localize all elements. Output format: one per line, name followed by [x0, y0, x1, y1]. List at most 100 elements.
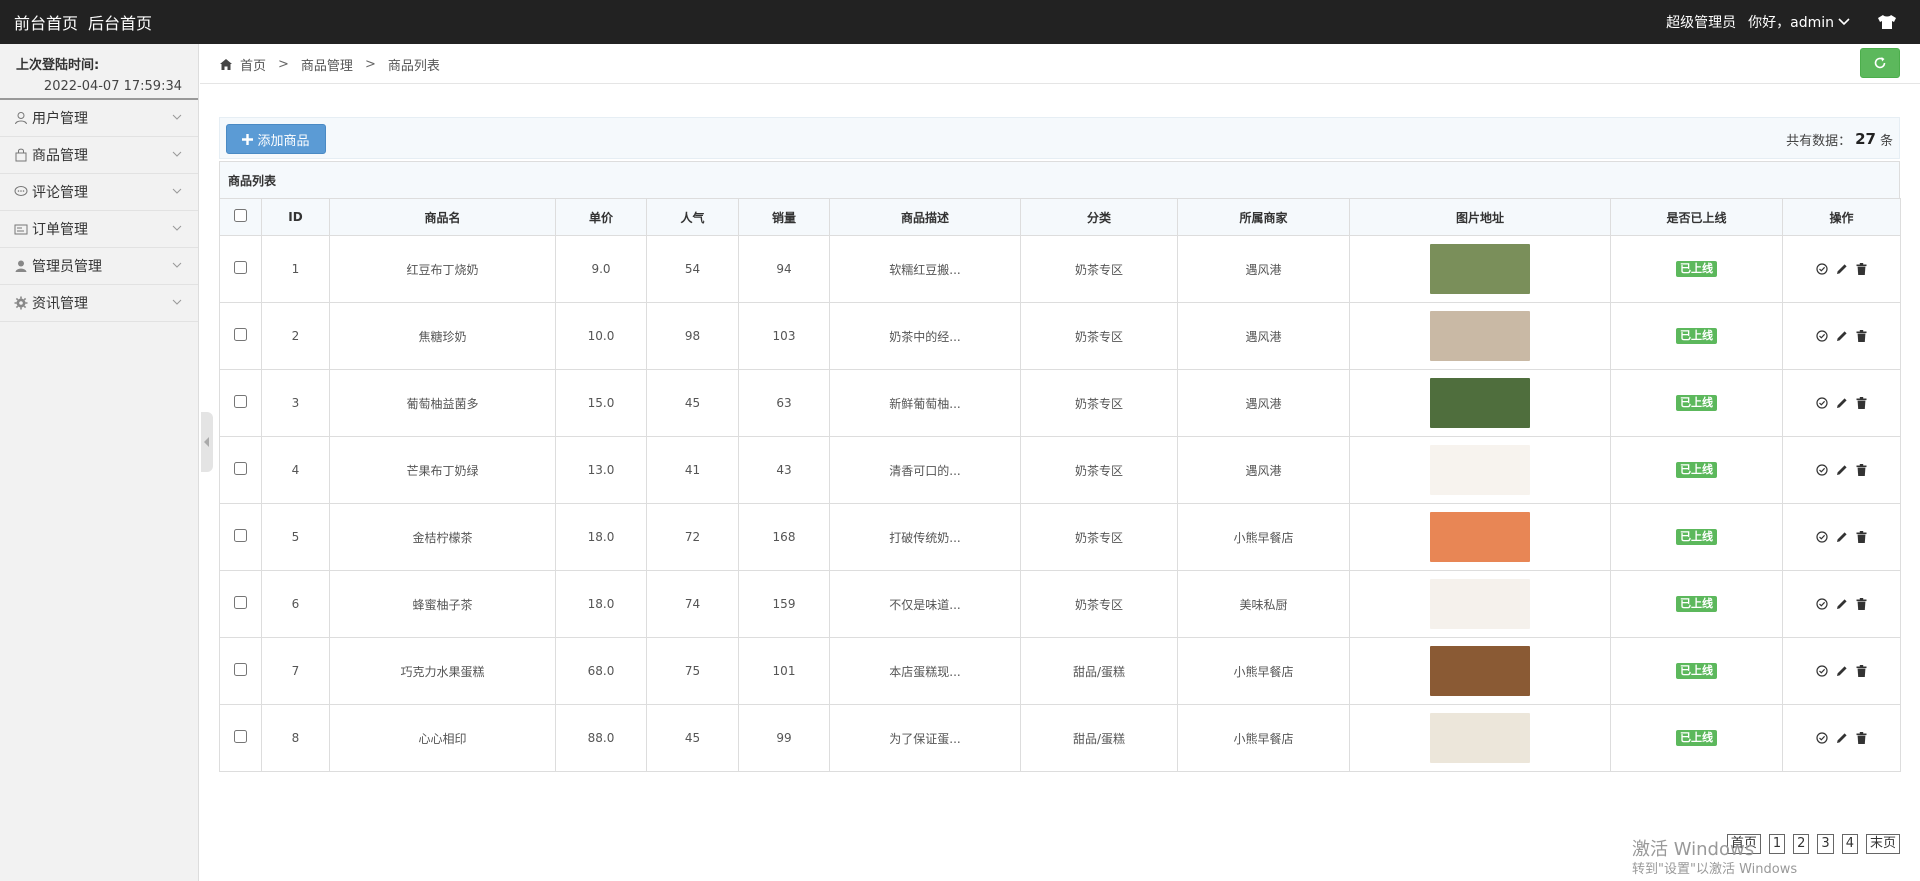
edit-pencil-icon[interactable]	[1836, 330, 1848, 342]
shirt-icon[interactable]	[1878, 15, 1896, 29]
edit-pencil-icon[interactable]	[1836, 598, 1848, 610]
chevron-down-icon	[172, 114, 182, 120]
sidebar-item-admins[interactable]: 管理员管理	[0, 248, 198, 285]
cell-description: 软糯红豆搬...	[829, 235, 1021, 303]
sidebar-item-comments[interactable]: 评论管理	[0, 174, 198, 211]
cell-name: 芒果布丁奶绿	[329, 436, 556, 504]
check-circle-icon[interactable]	[1816, 531, 1828, 543]
row-select-cell	[219, 503, 262, 571]
check-circle-icon[interactable]	[1816, 330, 1828, 342]
select-all-cell	[219, 198, 262, 236]
row-checkbox[interactable]	[234, 730, 247, 743]
product-thumbnail	[1430, 579, 1530, 629]
add-goods-button[interactable]: 添加商品	[226, 124, 326, 154]
user-area: 超级管理员 你好，admin	[1666, 0, 1896, 44]
check-circle-icon[interactable]	[1816, 397, 1828, 409]
row-actions	[1783, 665, 1900, 677]
breadcrumb-separator: >	[364, 56, 376, 72]
trash-icon[interactable]	[1856, 598, 1867, 610]
table-header-row: ID 商品名 单价 人气 销量 商品描述 分类 所属商家 图片地址 是否已上线 …	[219, 198, 1901, 236]
cell-popularity: 75	[646, 637, 739, 705]
watermark-line2: 转到"设置"以激活 Windows	[1632, 862, 1798, 877]
column-header-online: 是否已上线	[1610, 198, 1783, 236]
cell-merchant: 遇风港	[1177, 436, 1350, 504]
trash-icon[interactable]	[1856, 531, 1867, 543]
sidebar-item-label: 资讯管理	[32, 296, 88, 312]
table-row: 1 红豆布丁烧奶 9.0 54 94 软糯红豆搬... 奶茶专区 遇风港 已上线	[219, 235, 1901, 303]
row-checkbox[interactable]	[234, 395, 247, 408]
trash-icon[interactable]	[1856, 464, 1867, 476]
cell-online: 已上线	[1610, 503, 1783, 571]
cell-popularity: 54	[646, 235, 739, 303]
edit-pencil-icon[interactable]	[1836, 531, 1848, 543]
row-checkbox[interactable]	[234, 596, 247, 609]
cell-category: 奶茶专区	[1020, 302, 1178, 370]
sidebar-item-orders[interactable]: 订单管理	[0, 211, 198, 248]
cell-description: 新鲜葡萄柚...	[829, 369, 1021, 437]
edit-pencil-icon[interactable]	[1836, 397, 1848, 409]
cell-price: 18.0	[555, 503, 647, 571]
row-select-cell	[219, 436, 262, 504]
last-login-time: 2022-04-07 17:59:34	[43, 79, 182, 94]
trash-icon[interactable]	[1856, 263, 1867, 275]
trash-icon[interactable]	[1856, 665, 1867, 677]
check-circle-icon[interactable]	[1816, 464, 1828, 476]
trash-icon[interactable]	[1856, 397, 1867, 409]
breadcrumb-home[interactable]: 首页	[240, 55, 266, 74]
trash-icon[interactable]	[1856, 732, 1867, 744]
row-checkbox[interactable]	[234, 261, 247, 274]
goods-table: ID 商品名 单价 人气 销量 商品描述 分类 所属商家 图片地址 是否已上线 …	[219, 198, 1901, 772]
cell-category: 甜品/蛋糕	[1020, 704, 1178, 772]
cell-name: 巧克力水果蛋糕	[329, 637, 556, 705]
breadcrumb-goods[interactable]: 商品管理	[301, 55, 353, 74]
front-home-link[interactable]: 前台首页	[14, 10, 78, 34]
pager-page-4[interactable]: 4	[1841, 834, 1858, 854]
select-all-checkbox[interactable]	[234, 209, 247, 222]
pager-page-3[interactable]: 3	[1817, 834, 1834, 854]
cell-popularity: 45	[646, 704, 739, 772]
cell-sales: 63	[738, 369, 830, 437]
plus-icon	[242, 133, 254, 145]
cell-id: 6	[261, 570, 330, 638]
edit-pencil-icon[interactable]	[1836, 263, 1848, 275]
check-circle-icon[interactable]	[1816, 665, 1828, 677]
row-checkbox[interactable]	[234, 529, 247, 542]
role-label: 超级管理员	[1666, 15, 1737, 31]
check-circle-icon[interactable]	[1816, 263, 1828, 275]
add-goods-label: 添加商品	[257, 133, 310, 149]
sidebar-item-users[interactable]: 用户管理	[0, 100, 198, 137]
row-checkbox[interactable]	[234, 328, 247, 341]
status-badge: 已上线	[1676, 663, 1717, 679]
goods-table-wrapper: 商品列表 ID 商品名 单价 人气 销量 商品描述 分类 所属商家 图片地址 是…	[219, 161, 1901, 772]
edit-pencil-icon[interactable]	[1836, 665, 1848, 677]
count-value: 27	[1855, 130, 1876, 148]
cell-image	[1349, 302, 1611, 370]
check-circle-icon[interactable]	[1816, 598, 1828, 610]
product-thumbnail	[1430, 713, 1530, 763]
table-row: 5 金桔柠檬茶 18.0 72 168 打破传统奶... 奶茶专区 小熊早餐店 已上线	[219, 503, 1901, 571]
row-checkbox[interactable]	[234, 663, 247, 676]
user-menu[interactable]: 你好，admin	[1748, 12, 1850, 32]
edit-pencil-icon[interactable]	[1836, 732, 1848, 744]
sidebar-item-news[interactable]: 资讯管理	[0, 285, 198, 322]
product-thumbnail	[1430, 311, 1530, 361]
back-home-link[interactable]: 后台首页	[88, 10, 152, 34]
row-checkbox[interactable]	[234, 462, 247, 475]
chevron-down-icon	[172, 225, 182, 231]
sidebar-collapse-handle[interactable]	[201, 412, 213, 472]
top-navbar: 前台首页 后台首页 超级管理员 你好，admin	[0, 0, 1920, 44]
cell-online: 已上线	[1610, 637, 1783, 705]
edit-pencil-icon[interactable]	[1836, 464, 1848, 476]
pager-last[interactable]: 末页	[1865, 834, 1900, 854]
sidebar-item-goods[interactable]: 商品管理	[0, 137, 198, 174]
cell-id: 3	[261, 369, 330, 437]
cell-online: 已上线	[1610, 704, 1783, 772]
cell-price: 15.0	[555, 369, 647, 437]
column-header-category: 分类	[1020, 198, 1178, 236]
home-icon	[220, 58, 232, 70]
refresh-button[interactable]	[1860, 48, 1900, 78]
cell-name: 心心相印	[329, 704, 556, 772]
trash-icon[interactable]	[1856, 330, 1867, 342]
top-nav-links: 前台首页 后台首页	[14, 0, 152, 44]
check-circle-icon[interactable]	[1816, 732, 1828, 744]
